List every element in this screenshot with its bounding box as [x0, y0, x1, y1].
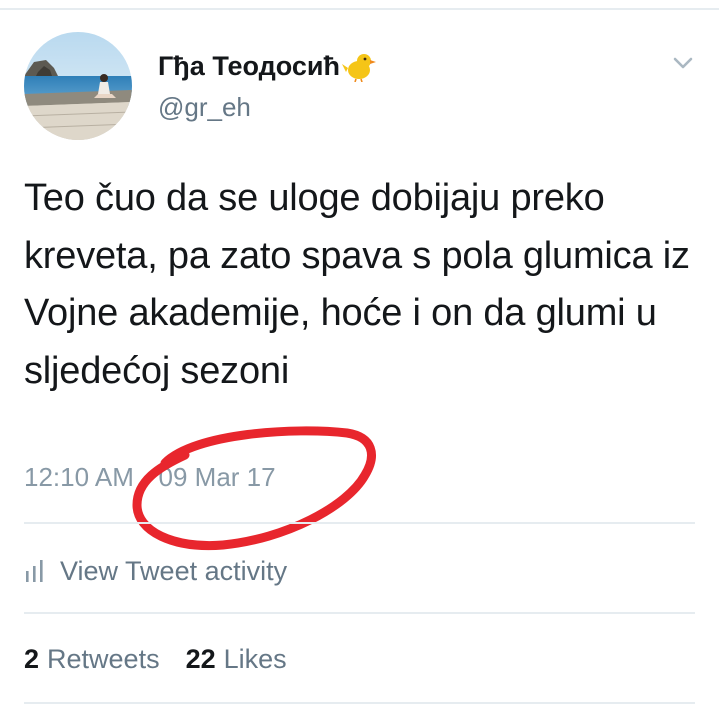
- tweet-timestamp: 12:10 AM · 09 Mar 17: [24, 462, 276, 493]
- retweets-label: Retweets: [47, 643, 160, 674]
- meta-separator: ·: [141, 462, 151, 492]
- retweets-stat[interactable]: 2 Retweets: [24, 644, 160, 675]
- likes-stat[interactable]: 22 Likes: [186, 644, 287, 675]
- divider: [24, 702, 695, 704]
- view-tweet-activity-link[interactable]: View Tweet activity: [24, 552, 287, 590]
- chick-emoji: [342, 50, 378, 83]
- view-tweet-activity-label: View Tweet activity: [60, 555, 288, 586]
- chevron-down-icon[interactable]: [668, 50, 698, 76]
- tweet-stats: 2 Retweets 22 Likes: [24, 640, 287, 678]
- divider: [24, 522, 695, 524]
- avatar[interactable]: [24, 32, 132, 140]
- display-name[interactable]: Гђа Теодосић: [158, 51, 340, 82]
- display-name-row: Гђа Теодосић: [158, 46, 378, 86]
- bar-chart-icon: [26, 560, 43, 582]
- top-divider: [0, 8, 719, 10]
- username[interactable]: @gr_eh: [158, 92, 251, 123]
- tweet-time: 12:10 AM: [24, 462, 134, 492]
- divider: [24, 612, 695, 614]
- tweet-date: 09 Mar 17: [158, 462, 276, 492]
- likes-count: 22: [185, 643, 216, 674]
- retweets-count: 2: [24, 643, 40, 674]
- likes-label: Likes: [223, 643, 287, 674]
- tweet-text: Teo čuo da se uloge dobijaju preko kreve…: [24, 177, 690, 392]
